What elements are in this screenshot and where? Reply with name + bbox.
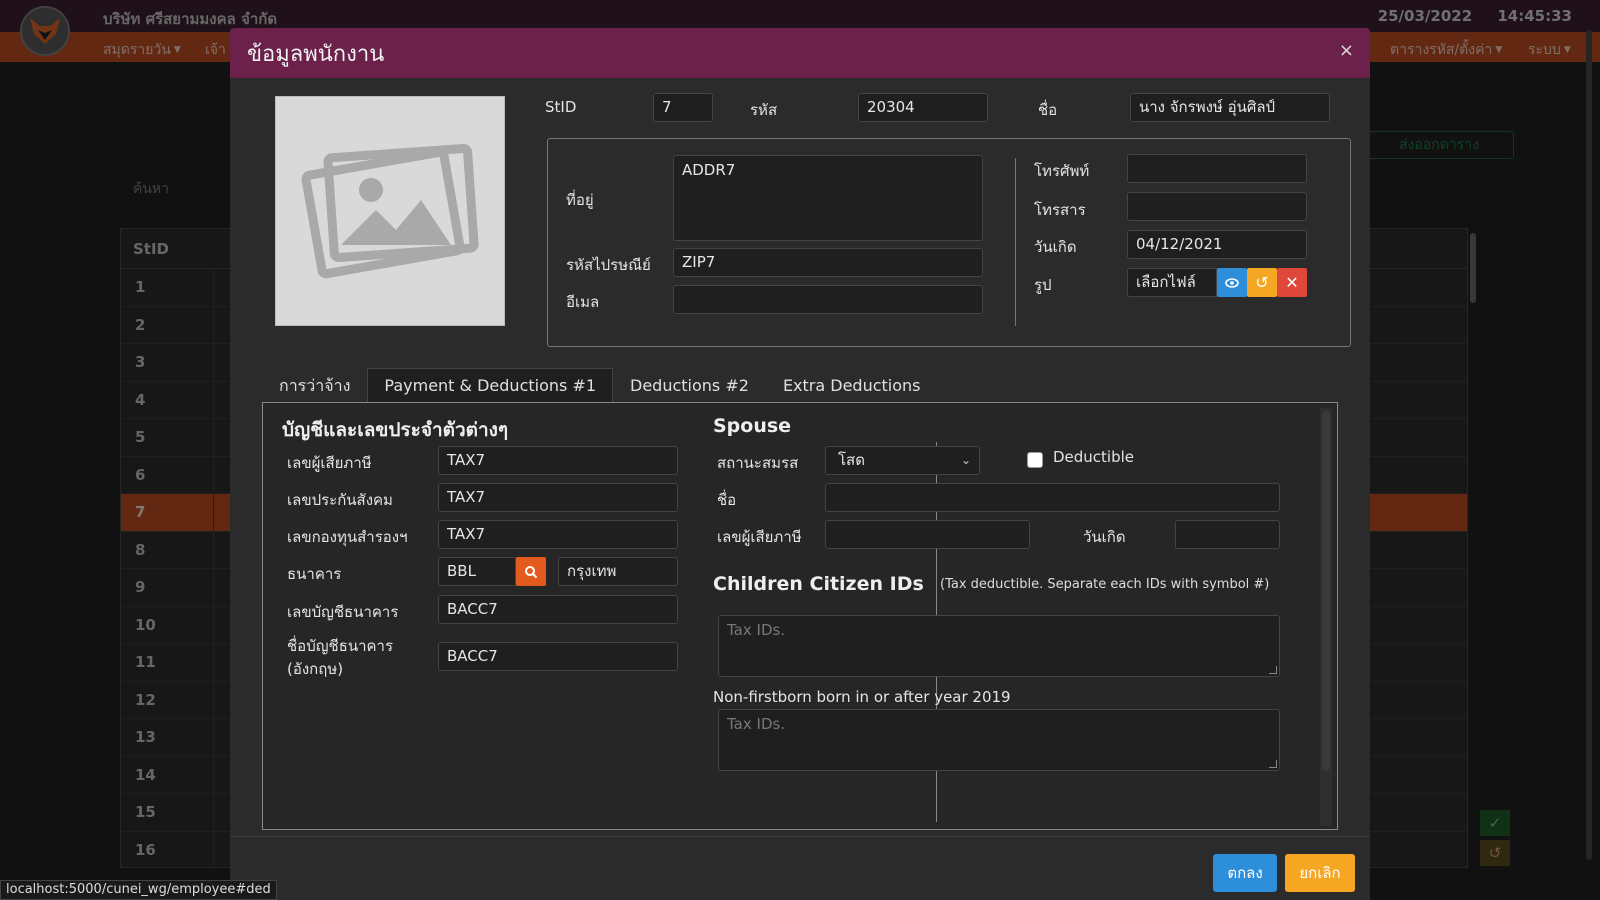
employee-photo: [275, 96, 505, 326]
stid-label: StID: [545, 98, 577, 116]
chevron-down-icon: ⌄: [960, 453, 971, 467]
deductible-checkbox[interactable]: [1027, 452, 1043, 468]
nonfirst-ids-placeholder: Tax IDs.: [727, 715, 786, 733]
sso-label: เลขประกันสังคม: [287, 491, 393, 509]
tab-bar: การว่าจ้าง Payment & Deductions #1 Deduc…: [262, 368, 938, 403]
close-icon[interactable]: ×: [1339, 40, 1354, 61]
bank-account-input[interactable]: BACC7: [438, 595, 678, 624]
tab-employment[interactable]: การว่าจ้าง: [262, 368, 367, 403]
accounts-heading: บัญชีและเลขประจำตัวต่างๆ: [282, 419, 509, 441]
bank-name-input[interactable]: กรุงเทพ: [558, 557, 678, 586]
bank-label: ธนาคาร: [287, 565, 342, 583]
children-ids-placeholder: Tax IDs.: [727, 621, 786, 639]
tab-payment-deductions-1[interactable]: Payment & Deductions #1: [367, 368, 614, 403]
marital-label: สถานะสมรส: [717, 454, 799, 472]
birthday-label: วันเกิด: [1034, 238, 1077, 256]
stid-input[interactable]: 7: [653, 93, 713, 122]
code-input[interactable]: 20304: [858, 93, 988, 122]
reset-icon[interactable]: ↺: [1247, 268, 1277, 297]
bank-account-label: เลขบัญชีธนาคาร: [287, 603, 399, 621]
email-label: อีเมล: [566, 293, 600, 311]
phone-input[interactable]: [1127, 154, 1307, 183]
spouse-name-label: ชื่อ: [717, 491, 737, 509]
code-label: รหัส: [750, 101, 778, 119]
spouse-tax-label: เลขผู้เสียภาษี: [717, 528, 802, 546]
tax-input[interactable]: TAX7: [438, 446, 678, 475]
cancel-button[interactable]: ยกเลิก: [1285, 854, 1355, 892]
zip-label: รหัสไปรษณีย์: [566, 256, 651, 274]
choose-file-button[interactable]: เลือกไฟล์: [1127, 268, 1217, 297]
delete-icon[interactable]: ✕: [1277, 268, 1307, 297]
tab-deductions-2[interactable]: Deductions #2: [613, 368, 766, 403]
spouse-tax-input[interactable]: [825, 520, 1030, 549]
image-placeholder-icon: [301, 144, 479, 279]
name-label: ชื่อ: [1038, 101, 1058, 119]
panel-scrollbar[interactable]: [1320, 408, 1332, 826]
fax-label: โทรสาร: [1034, 201, 1086, 219]
bank-code-input[interactable]: BBL: [438, 557, 516, 586]
name-input[interactable]: นาง จักรพงษ์ อุ่นศิลป์: [1130, 93, 1330, 122]
sso-input[interactable]: TAX7: [438, 483, 678, 512]
deductible-label: Deductible: [1053, 448, 1135, 466]
spouse-heading: Spouse: [713, 415, 792, 437]
spouse-birthday-label: วันเกิด: [1083, 528, 1126, 546]
address-textarea[interactable]: ADDR7: [673, 155, 983, 241]
contact-divider: [1015, 158, 1016, 326]
nonfirst-label: Non-firstborn born in or after year 2019: [713, 688, 1011, 706]
modal-header: ข้อมูลพนักงาน ×: [230, 28, 1370, 78]
bank-account-name-label-en: (อังกฤษ): [287, 660, 344, 678]
eye-icon[interactable]: [1217, 268, 1247, 297]
resize-handle-icon[interactable]: [1269, 666, 1277, 674]
fax-input[interactable]: [1127, 192, 1307, 221]
spouse-name-input[interactable]: [825, 483, 1280, 512]
children-note: (Tax deductible. Separate each IDs with …: [940, 577, 1270, 592]
status-url: localhost:5000/cunei_wg/employee#ded: [0, 880, 277, 900]
marital-value: โสด: [838, 451, 865, 469]
fund-input[interactable]: TAX7: [438, 520, 678, 549]
search-icon[interactable]: [516, 557, 546, 586]
ok-button[interactable]: ตกลง: [1213, 854, 1277, 892]
tax-label: เลขผู้เสียภาษี: [287, 454, 372, 472]
children-ids-textarea[interactable]: Tax IDs.: [718, 615, 1280, 677]
fund-label: เลขกองทุนสำรองฯ: [287, 528, 408, 546]
nonfirst-ids-textarea[interactable]: Tax IDs.: [718, 709, 1280, 771]
phone-label: โทรศัพท์: [1034, 162, 1090, 180]
photo-label: รูป: [1034, 276, 1052, 294]
resize-handle-icon[interactable]: [1269, 760, 1277, 768]
birthday-input[interactable]: 04/12/2021: [1127, 230, 1307, 259]
email-input[interactable]: [673, 285, 983, 314]
spouse-birthday-input[interactable]: [1175, 520, 1280, 549]
modal-footer: [230, 836, 1370, 837]
zip-input[interactable]: ZIP7: [673, 248, 983, 277]
employee-modal: ข้อมูลพนักงาน × StID 7 รหัส 20304 ชื่อ น…: [230, 28, 1370, 900]
marital-select[interactable]: โสด ⌄: [825, 446, 980, 475]
bank-account-name-label: ชื่อบัญชีธนาคาร: [287, 637, 394, 655]
modal-title: ข้อมูลพนักงาน: [247, 41, 385, 67]
bank-account-name-input[interactable]: BACC7: [438, 642, 678, 671]
tab-extra-deductions[interactable]: Extra Deductions: [766, 368, 938, 403]
address-label: ที่อยู่: [566, 191, 594, 209]
children-heading: Children Citizen IDs: [713, 573, 924, 595]
